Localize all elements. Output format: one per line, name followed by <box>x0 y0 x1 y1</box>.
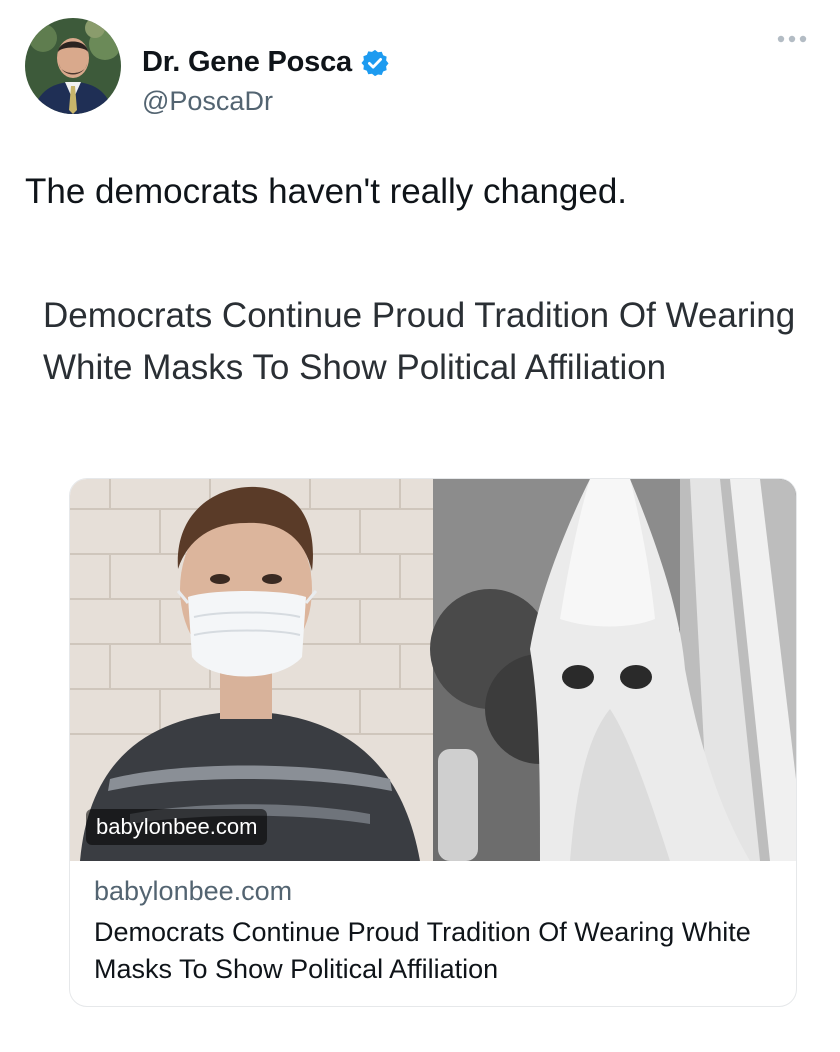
author-handle[interactable]: @PoscaDr <box>142 86 273 117</box>
link-preview-card[interactable]: babylonbee.com babylonbee.com Democrats … <box>69 478 797 1007</box>
card-image[interactable]: babylonbee.com <box>70 479 796 861</box>
more-options-icon[interactable] <box>775 32 809 46</box>
article-headline: Democrats Continue Proud Tradition Of We… <box>43 296 796 387</box>
tweet-header: Dr. Gene Posca @PoscaDr <box>25 18 815 118</box>
card-title: Democrats Continue Proud Tradition Of We… <box>94 917 751 984</box>
author-display-name[interactable]: Dr. Gene Posca <box>142 46 352 79</box>
avatar-image <box>25 18 121 114</box>
verified-badge-icon <box>360 48 390 78</box>
card-domain: babylonbee.com <box>94 876 293 906</box>
tweet-text: The democrats haven't really changed. <box>25 172 628 211</box>
author-avatar[interactable] <box>25 18 121 114</box>
card-image-art <box>70 479 796 861</box>
image-watermark: babylonbee.com <box>86 809 268 845</box>
author-name-row: Dr. Gene Posca <box>142 46 390 79</box>
card-info[interactable]: babylonbee.com Democrats Continue Proud … <box>70 862 796 1006</box>
